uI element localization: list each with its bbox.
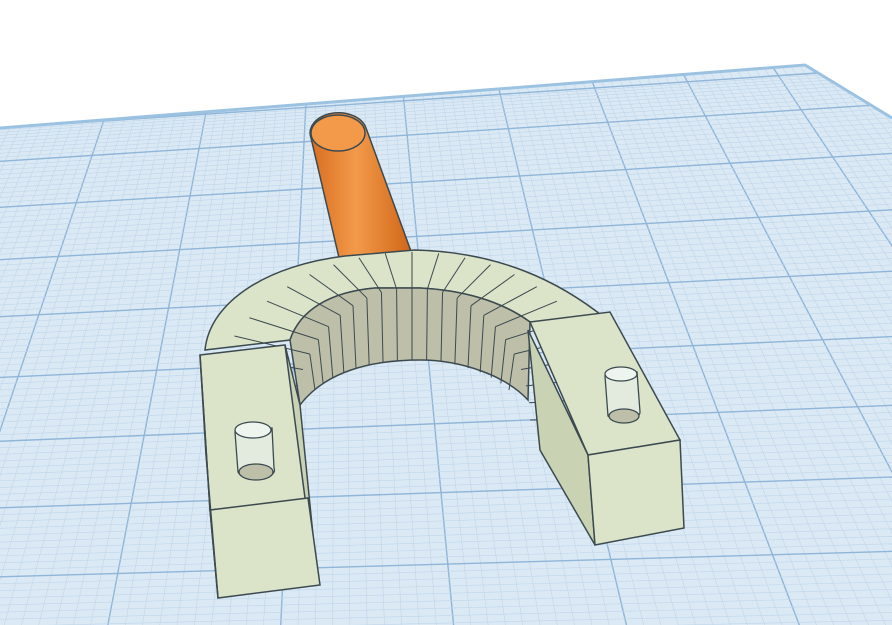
- right-peg[interactable]: [604, 366, 641, 424]
- peg-top[interactable]: [604, 366, 638, 382]
- 3d-scene[interactable]: [0, 0, 892, 625]
- peg-hole: [238, 463, 274, 481]
- workplane-viewport[interactable]: [0, 0, 892, 625]
- left-peg[interactable]: [234, 421, 276, 481]
- peg-hole: [608, 408, 640, 424]
- orange-cylinder-top[interactable]: [310, 114, 366, 152]
- bracket-front-face[interactable]: [209, 497, 321, 599]
- bracket-front-face[interactable]: [587, 439, 685, 546]
- peg-top[interactable]: [234, 421, 272, 439]
